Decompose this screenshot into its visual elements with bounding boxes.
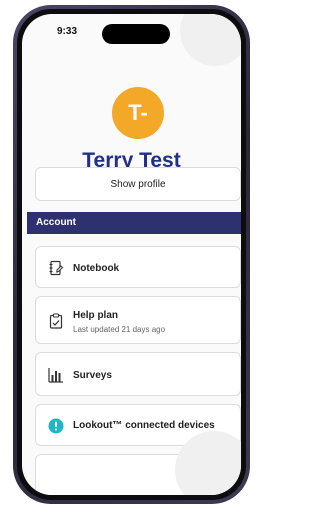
clipboard-icon	[49, 313, 63, 329]
notebook-icon	[49, 260, 64, 276]
avatar: T-	[112, 87, 164, 139]
menu-item-notebook[interactable]: Notebook	[35, 246, 241, 288]
dynamic-island	[102, 24, 170, 44]
menu-item-label: Surveys	[73, 370, 112, 381]
menu-item-label: Lookout™ connected devices	[73, 420, 215, 431]
menu-item-subtitle: Last updated 21 days ago	[73, 325, 166, 334]
top-right-decor-circle	[180, 14, 241, 66]
bar-chart-icon	[48, 368, 63, 383]
status-time: 9:33	[57, 26, 78, 37]
menu-item-label: Notebook	[73, 263, 120, 274]
info-circle-icon	[48, 418, 64, 434]
show-profile-button[interactable]: Show profile	[35, 167, 241, 201]
menu-item-surveys[interactable]: Surveys	[35, 352, 241, 396]
menu-item-label: Help plan	[73, 310, 119, 321]
section-header-account: Account	[27, 212, 241, 234]
menu-item-help-plan[interactable]: Help plan Last updated 21 days ago	[35, 296, 241, 344]
phone-screen: 9:33 92 T- Terry Test Show profile Accou…	[22, 14, 241, 495]
